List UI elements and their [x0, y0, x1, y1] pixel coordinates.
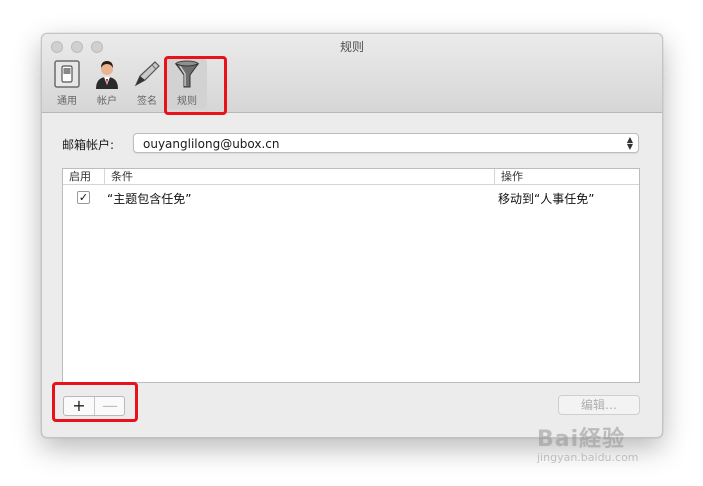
watermark-logo: Bai経验 [537, 427, 626, 452]
tab-signatures[interactable]: 签名 [127, 59, 167, 109]
edit-rule-button[interactable]: 编辑… [558, 395, 640, 415]
rule-enabled-checkbox[interactable]: ✓ [77, 191, 90, 204]
rules-tab-highlight [164, 56, 227, 115]
tab-general-label: 通用 [57, 96, 77, 107]
pen-icon [134, 61, 160, 87]
switch-icon [54, 60, 80, 88]
tab-accounts[interactable]: 帐户 [87, 59, 127, 109]
window-title: 规则 [339, 40, 364, 54]
column-header-enabled[interactable]: 启用 [63, 169, 104, 184]
account-select-value: ouyanglilong@ubox.cn [143, 137, 280, 151]
up-down-chevron-icon: ▲ ▼ [626, 135, 633, 151]
table-header: 启用 条件 操作 [63, 169, 639, 185]
add-remove-highlight [52, 382, 138, 422]
tab-accounts-label: 帐户 [97, 96, 117, 107]
rule-condition: “主题包含任免” [107, 192, 192, 206]
tab-signatures-label: 签名 [137, 96, 157, 107]
user-icon [96, 61, 118, 89]
table-row[interactable]: ✓ “主题包含任免” 移动到“人事任免” [63, 187, 639, 209]
account-select[interactable]: ouyanglilong@ubox.cn ▲ ▼ [133, 133, 639, 153]
account-label: 邮箱帐户: [62, 138, 115, 152]
watermark-url: jingyan.baidu.com [537, 451, 639, 464]
rule-action: 移动到“人事任免” [498, 192, 595, 206]
column-header-action[interactable]: 操作 [494, 169, 639, 184]
column-header-condition[interactable]: 条件 [104, 169, 494, 184]
rules-preferences-window: 规则 通用 帐户 签名 规则 邮箱帐户: ouyanglilong@ubox.c… [41, 33, 663, 438]
title-bar: 规则 通用 帐户 签名 规则 [42, 34, 662, 113]
tab-general[interactable]: 通用 [47, 59, 87, 109]
baidu-watermark: Bai経验 jingyan.baidu.com [537, 421, 667, 473]
rules-table: 启用 条件 操作 ✓ “主题包含任免” 移动到“人事任免” [62, 168, 640, 383]
